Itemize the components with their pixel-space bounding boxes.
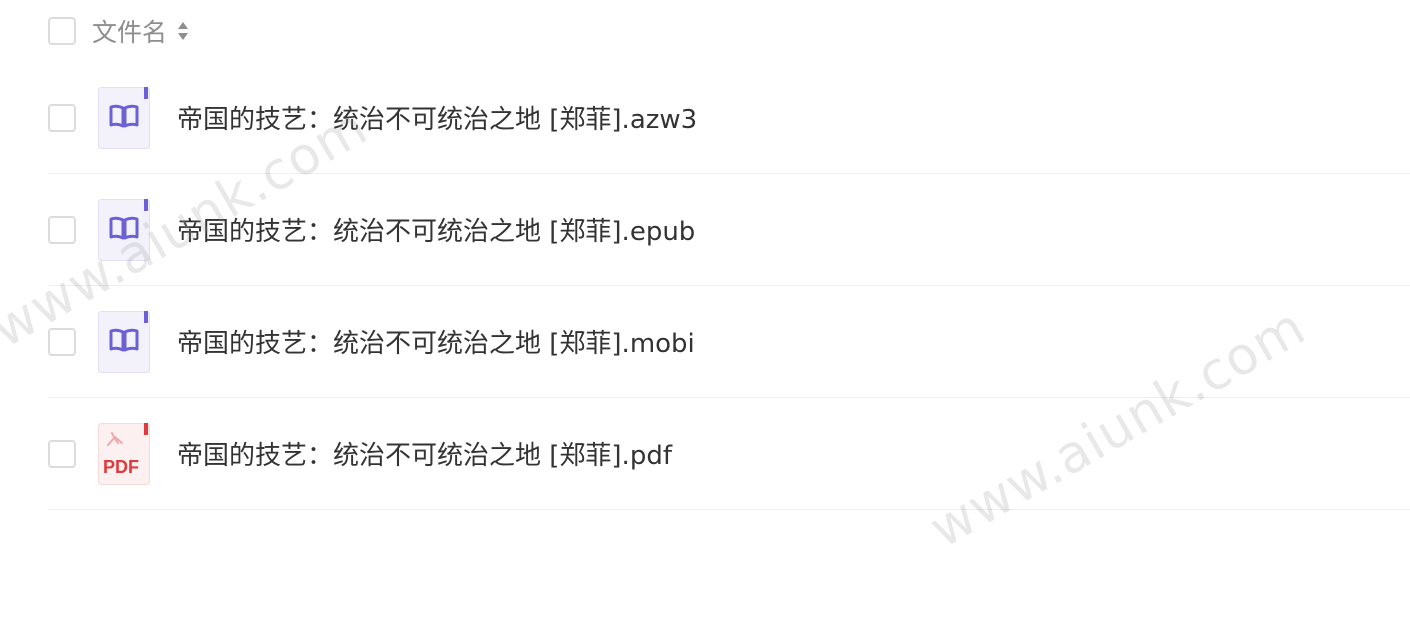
ebook-icon — [98, 86, 150, 149]
file-row[interactable]: 帝国的技艺：统治不可统治之地 [郑菲].azw3 — [48, 62, 1410, 174]
file-list: 文件名 帝国的技艺：统治不可统治之地 [郑菲].azw3 帝国的技艺：统治不可统… — [48, 0, 1410, 510]
sort-icon[interactable] — [176, 20, 190, 42]
file-name[interactable]: 帝国的技艺：统治不可统治之地 [郑菲].azw3 — [177, 99, 697, 136]
row-checkbox[interactable] — [48, 103, 76, 132]
list-header: 文件名 — [48, 0, 1410, 62]
select-all-checkbox[interactable] — [48, 17, 76, 45]
file-row[interactable]: 帝国的技艺：统治不可统治之地 [郑菲].epub — [48, 174, 1410, 286]
file-row[interactable]: PDF 帝国的技艺：统治不可统治之地 [郑菲].pdf — [48, 398, 1410, 510]
pdf-icon: PDF — [98, 422, 150, 485]
file-name[interactable]: 帝国的技艺：统治不可统治之地 [郑菲].mobi — [177, 323, 695, 360]
row-checkbox[interactable] — [48, 215, 76, 244]
row-checkbox[interactable] — [48, 327, 76, 356]
pdf-icon-label: PDF — [103, 457, 139, 477]
row-checkbox[interactable] — [48, 439, 76, 468]
column-header-filename: 文件名 — [92, 18, 168, 47]
file-row[interactable]: 帝国的技艺：统治不可统治之地 [郑菲].mobi — [48, 286, 1410, 398]
ebook-icon — [98, 198, 150, 261]
ebook-icon — [98, 310, 150, 373]
file-name[interactable]: 帝国的技艺：统治不可统治之地 [郑菲].pdf — [177, 435, 672, 472]
file-name[interactable]: 帝国的技艺：统治不可统治之地 [郑菲].epub — [177, 211, 695, 248]
